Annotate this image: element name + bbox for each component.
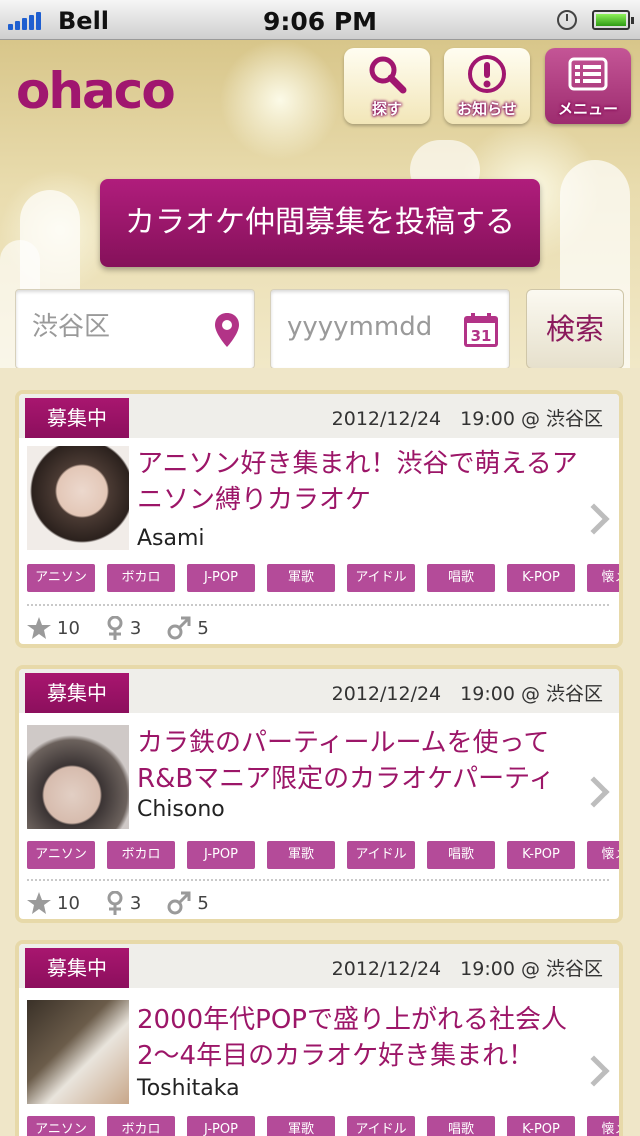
date-field[interactable]: 31 <box>270 289 510 368</box>
star-icon <box>27 892 51 914</box>
alarm-icon <box>557 10 577 30</box>
user-name: Chisono <box>137 797 225 822</box>
user-name: Asami <box>137 526 205 551</box>
genre-tag[interactable]: 軍歌 <box>267 841 335 869</box>
card-header: 募集中 2012/12/24 19:00 @ 渋谷区 <box>19 394 619 438</box>
male-icon <box>167 616 191 640</box>
genre-tag[interactable]: アイドル <box>347 1116 415 1136</box>
card-header: 募集中 2012/12/24 19:00 @ 渋谷区 <box>19 669 619 713</box>
status-badge: 募集中 <box>25 673 129 713</box>
tag-list: アニソン ボカロ J-POP 軍歌 アイドル 唱歌 K-POP 懐メロ <box>27 1116 619 1136</box>
genre-tag[interactable]: ボカロ <box>107 564 175 592</box>
location-input[interactable] <box>32 312 202 342</box>
divider <box>27 604 609 606</box>
genre-tag[interactable]: 唱歌 <box>427 841 495 869</box>
post-title-line: アニソン好き集まれ！渋谷で萌えるア <box>137 449 578 479</box>
genre-tag[interactable]: K-POP <box>507 841 575 869</box>
post-title-line: 2〜4年目のカラオケ好き集まれ！ <box>137 1041 535 1071</box>
avatar[interactable] <box>27 725 129 829</box>
genre-tag[interactable]: 唱歌 <box>427 564 495 592</box>
post-title-line: 2000年代POPで盛り上がれる社会人 <box>137 1005 567 1035</box>
genre-tag[interactable]: ボカロ <box>107 841 175 869</box>
male-icon <box>167 891 191 915</box>
date-input[interactable] <box>287 312 457 342</box>
calendar-day-text: 31 <box>471 327 492 345</box>
genre-tag[interactable]: アニソン <box>27 841 95 869</box>
post-title-line: R&Bマニア限定のカラオケパーティ <box>137 764 555 794</box>
male-count: 5 <box>197 892 209 914</box>
avatar[interactable] <box>27 1000 129 1104</box>
post-card[interactable]: 募集中 2012/12/24 19:00 @ 渋谷区 カラ鉄のパーティールームを… <box>15 665 623 923</box>
genre-tag[interactable]: アイドル <box>347 841 415 869</box>
genre-tag[interactable]: 軍歌 <box>267 1116 335 1136</box>
divider <box>27 879 609 881</box>
female-icon <box>107 616 123 640</box>
genre-tag[interactable]: J-POP <box>187 1116 255 1136</box>
star-icon <box>27 617 51 639</box>
menu-list-icon <box>568 57 608 91</box>
female-count: 3 <box>129 617 142 639</box>
notice-nav-button[interactable]: お知らせ <box>444 48 530 124</box>
post-stats: 10 3 5 <box>27 891 235 915</box>
app-logo[interactable]: ohaco <box>16 62 176 120</box>
post-title[interactable]: アニソン好き集まれ！渋谷で萌えるア ニソン縛りカラオケ <box>137 446 589 518</box>
menu-nav-label: メニュー <box>557 100 618 118</box>
star-count: 10 <box>57 892 80 914</box>
user-name: Toshitaka <box>137 1076 240 1101</box>
female-icon <box>107 891 123 915</box>
genre-tag[interactable]: 軍歌 <box>267 564 335 592</box>
genre-tag[interactable]: ボカロ <box>107 1116 175 1136</box>
male-count: 5 <box>197 617 209 639</box>
calendar-icon[interactable]: 31 <box>463 312 499 348</box>
tag-list: アニソン ボカロ J-POP 軍歌 アイドル 唱歌 K-POP 懐メロ <box>27 841 619 869</box>
post-title[interactable]: カラ鉄のパーティールームを使って R&Bマニア限定のカラオケパーティ <box>137 725 589 797</box>
card-header: 募集中 2012/12/24 19:00 @ 渋谷区 <box>19 944 619 988</box>
genre-tag[interactable]: アニソン <box>27 564 95 592</box>
app-header: ohaco 探す お知らせ メニュー カラオケ仲間募集を投稿する 渋谷区 yyy… <box>0 40 640 368</box>
post-datetime: 2012/12/24 19:00 @ 渋谷区 <box>331 683 603 705</box>
post-title-line: ニソン縛りカラオケ <box>137 485 372 515</box>
location-field[interactable] <box>15 289 255 368</box>
post-datetime: 2012/12/24 19:00 @ 渋谷区 <box>331 408 603 430</box>
genre-tag[interactable]: K-POP <box>507 564 575 592</box>
genre-tag[interactable]: アニソン <box>27 1116 95 1136</box>
genre-tag[interactable]: J-POP <box>187 564 255 592</box>
search-nav-label: 探す <box>371 100 402 118</box>
post-card[interactable]: 募集中 2012/12/24 19:00 @ 渋谷区 アニソン好き集まれ！渋谷で… <box>15 390 623 648</box>
post-title-line: カラ鉄のパーティールームを使って <box>137 728 550 758</box>
avatar[interactable] <box>27 446 129 550</box>
female-count: 3 <box>129 892 142 914</box>
genre-tag[interactable]: 懐メロ <box>587 841 619 869</box>
genre-tag[interactable]: アイドル <box>347 564 415 592</box>
genre-tag[interactable]: 懐メロ <box>587 1116 619 1136</box>
genre-tag[interactable]: 懐メロ <box>587 564 619 592</box>
genre-tag[interactable]: 唱歌 <box>427 1116 495 1136</box>
tag-list: アニソン ボカロ J-POP 軍歌 アイドル 唱歌 K-POP 懐メロ <box>27 564 619 592</box>
star-count: 10 <box>57 617 80 639</box>
menu-nav-button[interactable]: メニュー <box>545 48 631 124</box>
notice-nav-label: お知らせ <box>457 100 517 118</box>
status-badge: 募集中 <box>25 398 129 438</box>
status-time: 9:06 PM <box>262 7 378 36</box>
search-nav-button[interactable]: 探す <box>344 48 430 124</box>
post-datetime: 2012/12/24 19:00 @ 渋谷区 <box>331 958 603 980</box>
map-pin-icon[interactable] <box>214 312 240 348</box>
genre-tag[interactable]: J-POP <box>187 841 255 869</box>
battery-icon <box>592 10 634 30</box>
search-button[interactable]: 検索 <box>526 289 624 368</box>
post-title[interactable]: 2000年代POPで盛り上がれる社会人 2〜4年目のカラオケ好き集まれ！ <box>137 1002 589 1074</box>
post-stats: 10 3 5 <box>27 616 235 640</box>
status-bar: Bell 9:06 PM <box>0 0 640 40</box>
magnifier-icon <box>369 56 407 94</box>
exclamation-icon <box>468 55 506 93</box>
status-badge: 募集中 <box>25 948 129 988</box>
post-card[interactable]: 募集中 2012/12/24 19:00 @ 渋谷区 2000年代POPで盛り上… <box>15 940 623 1136</box>
post-recruitment-button[interactable]: カラオケ仲間募集を投稿する <box>100 179 540 267</box>
genre-tag[interactable]: K-POP <box>507 1116 575 1136</box>
